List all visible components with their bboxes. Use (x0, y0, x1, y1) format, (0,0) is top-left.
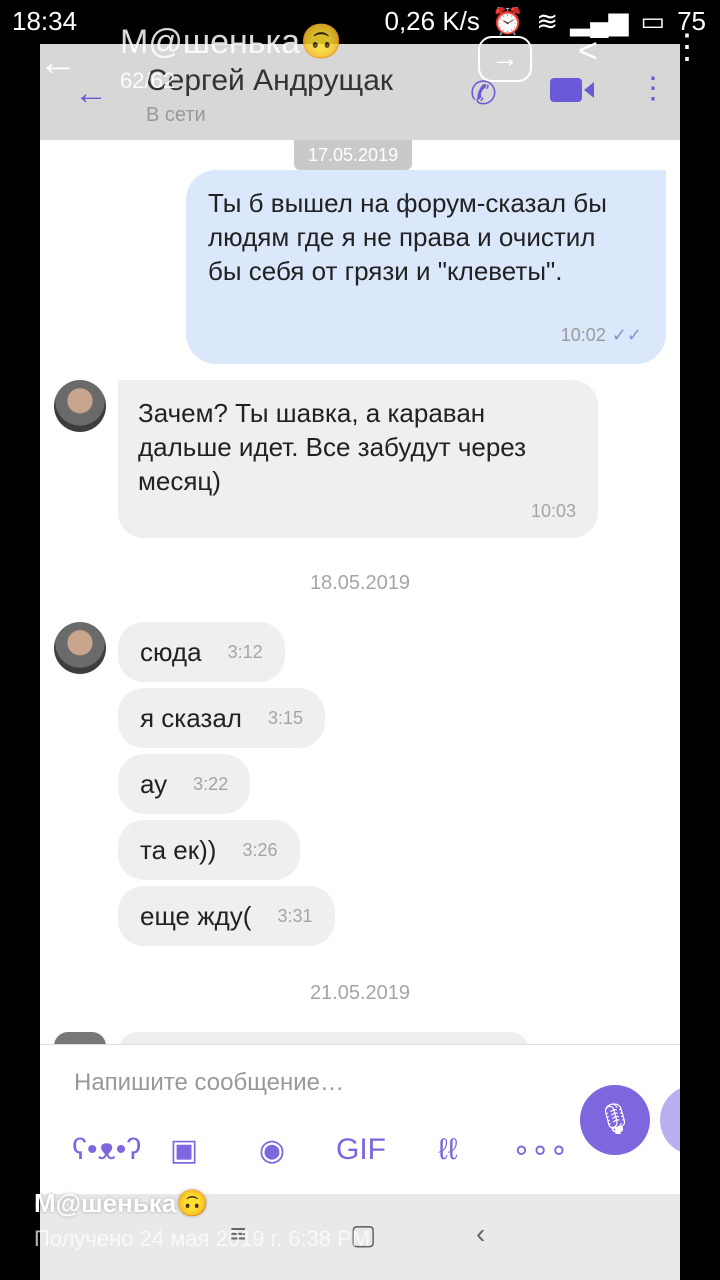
more-vertical-icon[interactable]: ⋮ (670, 30, 704, 64)
incoming-message[interactable]: сюда 3:12 (118, 622, 285, 682)
image-counter: 62/62 (120, 68, 176, 93)
message-time: 3:26 (242, 839, 278, 860)
incoming-message[interactable]: Зачем? Ты шавка, а караван дальше идет. … (118, 380, 598, 538)
outgoing-message[interactable]: Ты б вышел на форум-сказал бы людям где … (186, 170, 666, 364)
message-text: Ты б вышел на форум-сказал бы людям где … (208, 188, 607, 286)
doodle-icon[interactable]: ℓℓ (424, 1133, 472, 1168)
message-input[interactable]: Напишите сообщение… (74, 1069, 344, 1097)
message-text: сюда (140, 636, 202, 667)
received-date: Получено 24 мая 2019 г. 6:38 PM (34, 1226, 371, 1251)
forward-icon[interactable]: → (478, 36, 532, 82)
gallery-icon[interactable]: ▣ (160, 1133, 208, 1168)
avatar[interactable] (54, 622, 106, 674)
gif-icon[interactable]: GIF (336, 1133, 386, 1168)
message-time: 3:15 (267, 707, 304, 728)
message-time: 3:12 (227, 641, 263, 662)
message-list[interactable]: 17.05.2019 Ты б вышел на форум-сказал бы… (40, 140, 680, 1052)
message-text: еще жду( (140, 900, 252, 931)
message-time: 10:02 (560, 325, 606, 345)
message-composer: Напишите сообщение… 🎙 ʕ•ᴥ•ʔ ▣ ◉ GIF ℓℓ ∘… (40, 1044, 680, 1195)
avatar[interactable] (54, 380, 106, 432)
viewer-toolbar: ← М@шенька🙃 62/62 → < ⋮ (0, 20, 720, 100)
chat-screenshot: ← Сергей Андрущак В сети ✆ ⋮ 17.05.2019 … (40, 44, 680, 1280)
incoming-message[interactable]: та ек)) 3:26 (118, 820, 300, 880)
message-time: 3:31 (277, 905, 313, 926)
sender-name: М@шенька🙃 (34, 1188, 209, 1218)
message-text: ау (140, 768, 168, 799)
contact-status: В сети (146, 104, 206, 126)
more-icon[interactable]: ∘∘∘ (512, 1133, 568, 1168)
read-ticks-icon: ✓✓ (611, 325, 642, 345)
incoming-message[interactable]: ау 3:22 (118, 754, 251, 814)
back-icon[interactable]: ‹ (476, 1218, 485, 1250)
viewer-title: М@шенька🙃 (120, 23, 343, 61)
message-text: та ек)) (140, 834, 217, 865)
composer-tools: ʕ•ᴥ•ʔ ▣ ◉ GIF ℓℓ ∘∘∘ (72, 1133, 568, 1168)
incoming-message[interactable]: еще жду( 3:31 (118, 886, 335, 946)
date-divider: 17.05.2019 (294, 140, 413, 170)
message-text: я сказал (140, 702, 242, 733)
message-time: 3:22 (193, 773, 229, 794)
message-meta: 10:02 ✓✓ (561, 325, 642, 346)
message-time: 10:03 (530, 501, 576, 521)
date-divider: 21.05.2019 (309, 982, 411, 1004)
share-icon[interactable]: < (578, 32, 598, 71)
send-area[interactable] (660, 1085, 680, 1155)
arrow-left-icon[interactable]: ← (38, 40, 78, 85)
microphone-icon[interactable]: 🎙 (580, 1085, 650, 1155)
message-text: Зачем? Ты шавка, а караван дальше идет. … (138, 398, 527, 496)
sticker-icon[interactable]: ʕ•ᴥ•ʔ (72, 1133, 141, 1168)
camera-icon[interactable]: ◉ (248, 1133, 296, 1168)
date-divider: 18.05.2019 (309, 572, 411, 594)
incoming-message[interactable]: я сказал 3:15 (118, 688, 326, 748)
